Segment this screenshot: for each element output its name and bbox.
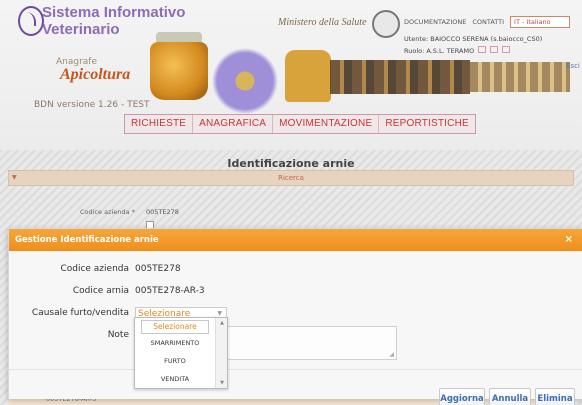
- beekeeper-image: [285, 50, 331, 102]
- gestione-identificazione-dialog: Gestione Identificazione arnie × Codice …: [8, 228, 582, 405]
- flower-image: [212, 48, 278, 114]
- role-info-icon[interactable]: [490, 45, 499, 53]
- elimina-button[interactable]: Elimina: [535, 388, 575, 405]
- role-change-icon[interactable]: [502, 45, 511, 53]
- scroll-down-icon[interactable]: ▼: [220, 380, 224, 386]
- language-select[interactable]: IT - Italiano: [510, 16, 571, 28]
- note-label: Note: [107, 330, 129, 340]
- top-links: DOCUMENTAZIONE CONTATTI IT - Italiano: [404, 16, 571, 28]
- nav-item-anagrafica[interactable]: ANAGRAFICA: [193, 115, 274, 133]
- nav-item-reportistiche[interactable]: REPORTISTICHE: [379, 115, 475, 133]
- documentation-link[interactable]: DOCUMENTAZIONE: [404, 18, 466, 26]
- causale-label: Causale furto/vendita: [31, 308, 129, 318]
- user-info: Utente: BAIOCCO SERENA (s.baiocco_CS0) R…: [404, 34, 543, 55]
- close-icon[interactable]: ×: [565, 229, 573, 251]
- hives-image-right: [470, 62, 570, 92]
- dialog-body: Codice azienda 005TE278 Codice arnia 005…: [9, 251, 582, 405]
- codice-arnia-value: 005TE278-AR-3: [135, 286, 205, 296]
- codice-azienda-label: Codice azienda: [60, 264, 129, 274]
- role-line-wrap: Ruolo: A.S.L. TERAMO: [404, 44, 542, 55]
- user-line: Utente: BAIOCCO SERENA (s.baiocco_CS0): [404, 35, 543, 43]
- page-title: Identificazione arnie: [227, 157, 355, 170]
- app-subtitle: Apicoltura: [60, 66, 131, 83]
- annulla-button[interactable]: Annulla: [489, 388, 531, 405]
- exit-link[interactable]: Esci: [566, 62, 580, 70]
- dropdown-option-vendita[interactable]: VENDITA: [135, 370, 215, 388]
- dropdown-option-selezionare[interactable]: Selezionare: [141, 320, 209, 334]
- ricerca-section-header[interactable]: Ricerca: [8, 170, 574, 186]
- scroll-up-icon[interactable]: ▲: [220, 320, 224, 326]
- role-line: Ruolo: A.S.L. TERAMO: [404, 46, 475, 55]
- codice-azienda-value: 005TE278: [135, 264, 181, 274]
- resize-grip-icon[interactable]: ◢: [389, 351, 394, 358]
- role-star-icon[interactable]: [478, 45, 487, 53]
- nav-item-movimentazione[interactable]: MOVIMENTAZIONE: [273, 115, 380, 133]
- bg-codice-azienda-value: 005TE278: [146, 208, 179, 216]
- contacts-link[interactable]: CONTATTI: [472, 18, 504, 26]
- honey-jar-image: [150, 42, 208, 100]
- dialog-title: Gestione Identificazione arnie: [15, 235, 159, 245]
- codice-arnia-label: Codice arnia: [72, 286, 129, 296]
- aggiorna-button[interactable]: Aggiorna: [439, 388, 485, 405]
- version-label: BDN versione 1.26 - TEST: [34, 100, 150, 110]
- causale-dropdown-list: Selezionare SMARRIMENTO FURTO VENDITA ▲ …: [134, 317, 228, 389]
- app-title-line1: Sistema Informativo: [42, 4, 186, 21]
- hives-image: [330, 60, 470, 94]
- bg-codice-azienda-label: Codice azienda *: [80, 208, 135, 216]
- dialog-header: Gestione Identificazione arnie ×: [9, 229, 582, 251]
- dropdown-option-furto[interactable]: FURTO: [135, 352, 215, 370]
- dialog-divider: [9, 369, 582, 370]
- collapse-arrow-icon[interactable]: ▼: [12, 174, 17, 181]
- app-logo-icon: [18, 6, 44, 36]
- main-nav: RICHIESTE ANAGRAFICA MOVIMENTAZIONE REPO…: [124, 114, 476, 134]
- republic-emblem-icon: [372, 10, 400, 38]
- dropdown-scrollbar[interactable]: ▲ ▼: [215, 318, 227, 388]
- ministry-logo-text: Ministero della Salute: [278, 17, 367, 28]
- nav-item-richieste[interactable]: RICHIESTE: [125, 115, 194, 133]
- dropdown-option-smarrimento[interactable]: SMARRIMENTO: [135, 334, 215, 352]
